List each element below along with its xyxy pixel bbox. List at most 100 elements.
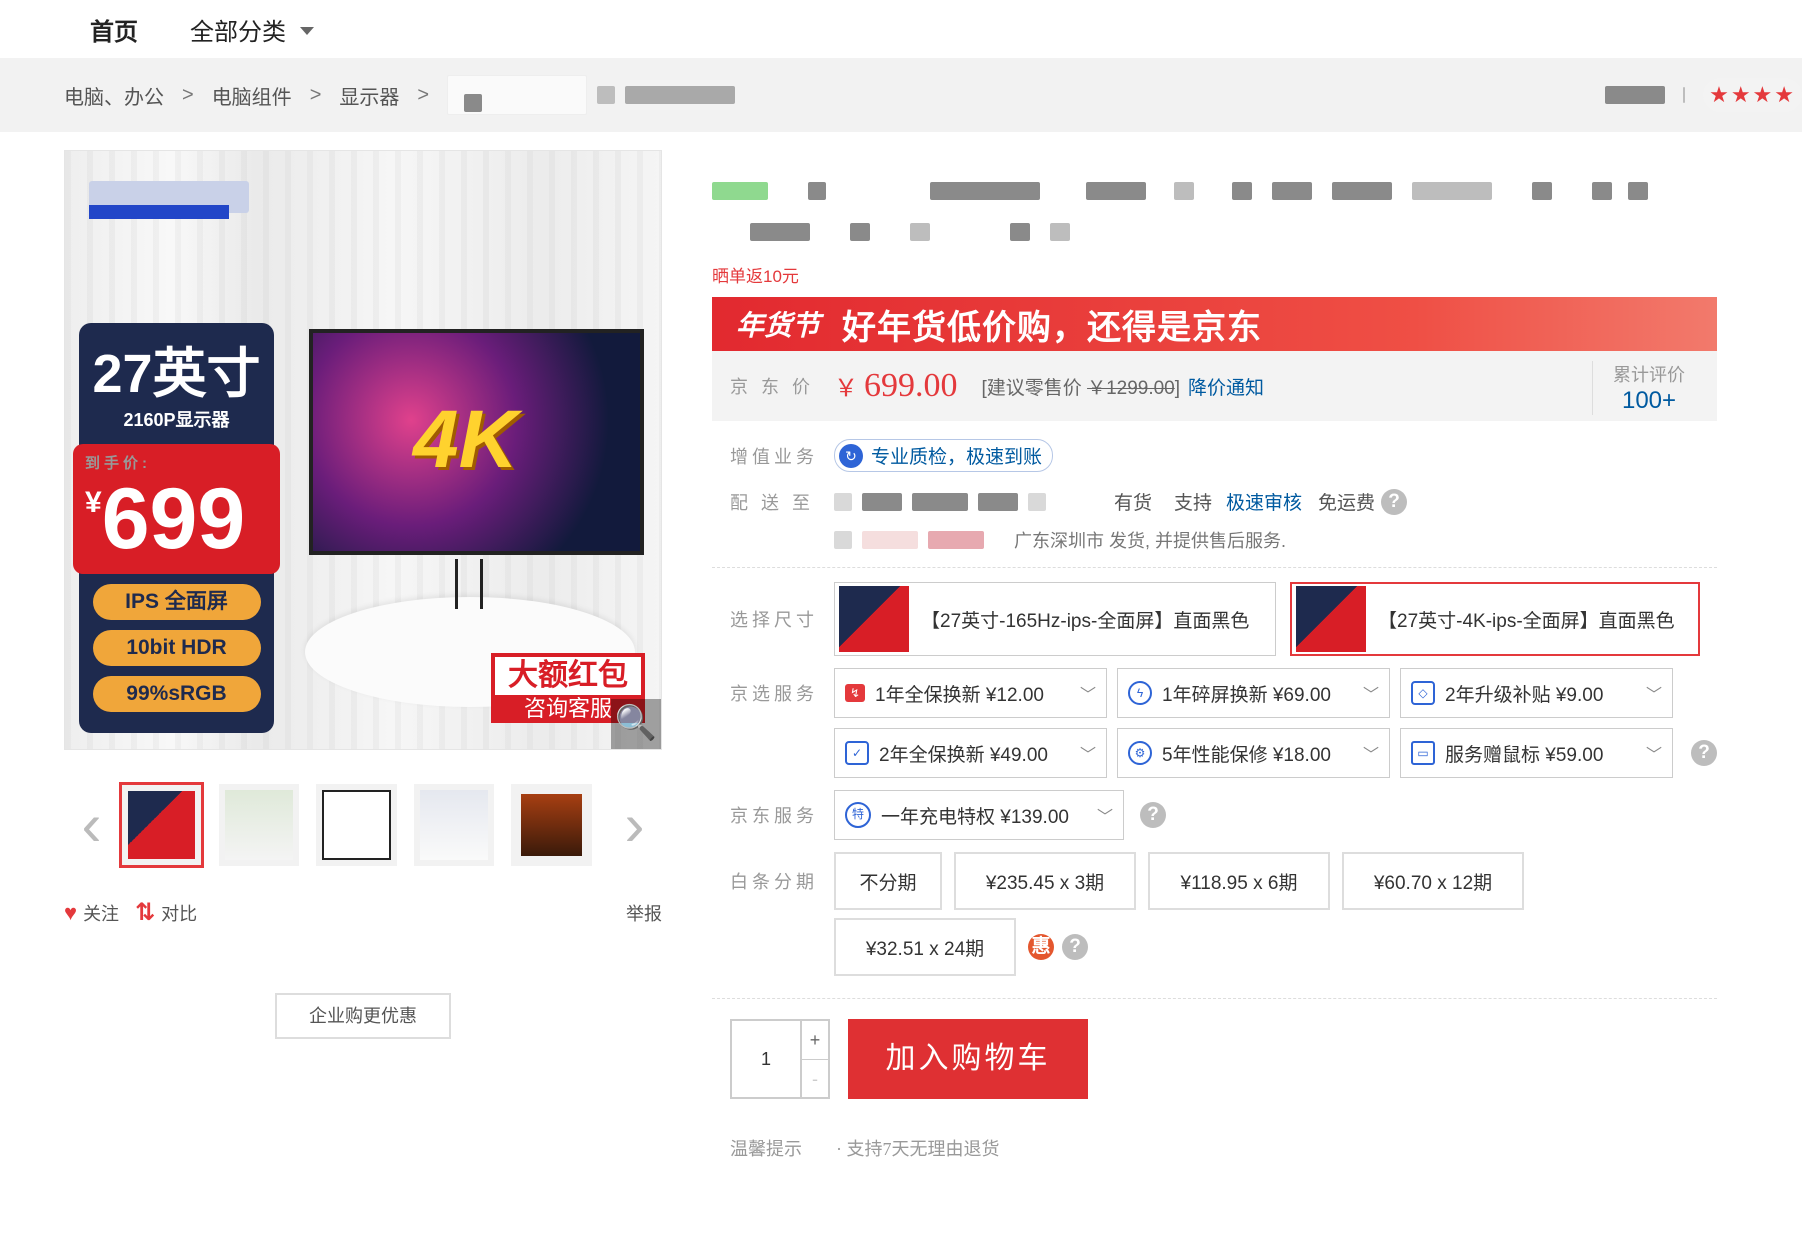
size-option-label: 【27英寸-165Hz-ips-全面屏】直面黑色 [921, 610, 1250, 632]
msrp-prefix: [建议零售价 [981, 377, 1088, 399]
prev-arrow-icon[interactable]: ‹ [64, 795, 119, 855]
heart-icon: ♥ [64, 899, 78, 925]
free-shipping: 免运费 [1318, 493, 1376, 514]
jx-service-label: 1年碎屏换新 ¥69.00 [1162, 684, 1331, 706]
help-icon[interactable]: ? [1381, 488, 1408, 515]
promo-card: 27英寸 2160P显示器 到手价: ¥699 IPS 全面屏 10bit HD… [73, 323, 280, 733]
thumbnail-image [322, 790, 391, 860]
jx-service-option[interactable]: ✓ 2年全保换新 ¥49.00 ﹀ [834, 728, 1107, 778]
thumbnail[interactable] [509, 782, 594, 868]
main-product-image[interactable]: 27英寸 2160P显示器 到手价: ¥699 IPS 全面屏 10bit HD… [64, 150, 662, 750]
jx-service-label: 5年性能保修 ¥18.00 [1162, 744, 1331, 766]
support-label: 支持 [1174, 493, 1213, 514]
tips-text: · 支持7天无理由退货 [836, 1139, 1000, 1159]
installment-option[interactable]: ¥235.45 x 3期 [954, 852, 1136, 910]
quantity-input[interactable]: 1 [730, 1019, 802, 1099]
quantity-plus-button[interactable]: + [802, 1021, 828, 1059]
monitor-illustration: 4K [309, 329, 644, 555]
business-purchase-button[interactable]: 企业购更优惠 [275, 993, 451, 1039]
shield-badge-icon: ↯ [845, 684, 865, 702]
installment-row: 白条分期 不分期 ¥235.45 x 3期 ¥118.95 x 6期 ¥60.7… [712, 852, 1717, 976]
promo-currency: ¥ [85, 486, 102, 519]
banner-tag: 年货节 [736, 310, 821, 341]
thumbnail-strip: ‹ › [64, 782, 662, 868]
installment-option[interactable]: ¥118.95 x 6期 [1148, 852, 1330, 910]
thumbnail[interactable] [216, 782, 302, 868]
quantity-minus-button[interactable]: - [802, 1059, 828, 1098]
chevron-down-icon: ﹀ [1645, 687, 1662, 704]
shop-name-redacted[interactable] [1605, 86, 1666, 104]
size-option-label: 【27英寸-4K-ips-全面屏】直面黑色 [1378, 610, 1675, 632]
breadcrumb-separator: > [182, 83, 194, 106]
vas-row: 增值业务 ↻ 专业质检，极速到账 [712, 439, 1717, 472]
red-packet-title: 大额红包 [508, 659, 628, 692]
ship-from-text: 广东深圳市 发货, 并提供售后服务. [1014, 531, 1287, 551]
jx-service-row: 京选服务 ↯ 1年全保换新 ¥12.00 ﹀ ϟ 1年碎屏换新 ¥69.00 ﹀ ◇ 2年… [712, 668, 1717, 778]
chevron-down-icon: ﹀ [1362, 747, 1379, 764]
zoom-icon[interactable]: 🔍 [611, 699, 661, 749]
promo-feature: 10bit HDR [92, 630, 261, 666]
jx-service-option[interactable]: ↯ 1年全保换新 ¥12.00 ﹀ [834, 668, 1107, 718]
help-icon[interactable]: ? [1062, 934, 1088, 960]
delivery-info: 有货 支持 极速审核 免运费 ? [1114, 488, 1408, 515]
thumbnail[interactable] [411, 782, 497, 868]
nav-all-categories[interactable]: 全部分类 [190, 12, 314, 47]
installment-option[interactable]: ¥60.70 x 12期 [1342, 852, 1524, 910]
jx-service-label: 2年升级补贴 ¥9.00 [1445, 684, 1604, 706]
help-icon[interactable]: ? [1691, 740, 1717, 766]
chevron-down-icon [300, 27, 314, 35]
price-currency: ￥ [834, 376, 858, 402]
thumbnail[interactable] [119, 782, 204, 868]
thumbnail-image [224, 790, 294, 860]
delivery-address-redacted[interactable] [834, 492, 1114, 511]
monitor-4k-text: 4K [413, 394, 518, 485]
jx-service-option[interactable]: ◇ 2年升级补贴 ¥9.00 ﹀ [1400, 668, 1673, 718]
jd-service-option[interactable]: 特一年充电特权 ¥139.00 ﹀ [834, 790, 1124, 840]
compare-link[interactable]: 对比 [161, 900, 197, 926]
breadcrumb-item[interactable]: 电脑、办公 [64, 81, 164, 110]
installment-option[interactable]: 不分期 [834, 852, 942, 910]
jx-service-grid: ↯ 1年全保换新 ¥12.00 ﹀ ϟ 1年碎屏换新 ¥69.00 ﹀ ◇ 2年升级补贴 … [834, 668, 1673, 778]
stock-status: 有货 [1114, 493, 1153, 514]
size-option[interactable]: 【27英寸-165Hz-ips-全面屏】直面黑色 [834, 582, 1276, 656]
installment-option[interactable]: ¥32.51 x 24期 [834, 918, 1016, 976]
tips-row: 温馨提示 · 支持7天无理由退货 [712, 1135, 1717, 1161]
diamond-icon: ◇ [1411, 681, 1435, 705]
product-gallery: 27英寸 2160P显示器 到手价: ¥699 IPS 全面屏 10bit HD… [64, 150, 662, 1039]
breadcrumb: 电脑、办公 > 电脑组件 > 显示器 > ★★★★ [0, 58, 1802, 132]
breadcrumb-item[interactable]: 电脑组件 [212, 81, 292, 110]
follow-link[interactable]: 关注 [83, 900, 119, 926]
jx-service-option[interactable]: ⚙ 5年性能保修 ¥18.00 ﹀ [1117, 728, 1390, 778]
discount-badge-icon[interactable]: 惠 [1028, 934, 1054, 960]
report-link[interactable]: 举报 [626, 900, 662, 926]
monitor-icon: ▭ [1411, 741, 1435, 765]
price-value: 699.00 [864, 367, 958, 404]
divider [712, 567, 1717, 568]
add-to-cart-button[interactable]: 加入购物车 [848, 1019, 1088, 1099]
size-option-selected[interactable]: 【27英寸-4K-ips-全面屏】直面黑色 [1290, 582, 1700, 656]
promo-price-value: 699 [101, 471, 246, 567]
help-icon[interactable]: ? [1140, 802, 1166, 828]
review-label: 累计评价 [1613, 365, 1685, 385]
jx-service-option[interactable]: ϟ 1年碎屏换新 ¥69.00 ﹀ [1117, 668, 1390, 718]
thumbnail[interactable] [314, 782, 399, 868]
next-arrow-icon[interactable]: › [607, 795, 662, 855]
installment-label: 白条分期 [730, 872, 818, 892]
price-box: 京 东 价 ￥ 699.00 [建议零售价 ￥1299.00] 降价通知 累计评价… [712, 351, 1717, 421]
price-notify-link[interactable]: 降价通知 [1188, 373, 1264, 400]
chevron-down-icon: ﹀ [1645, 747, 1662, 764]
breadcrumb-item[interactable]: 显示器 [339, 81, 399, 110]
jx-service-label: 服务赠鼠标 ¥59.00 [1445, 744, 1604, 766]
fast-review-link[interactable]: 极速审核 [1226, 488, 1302, 515]
festival-banner[interactable]: 年货节 好年货低价购，还得是京东 [712, 297, 1717, 351]
jx-service-option[interactable]: ▭ 服务赠鼠标 ¥59.00 ﹀ [1400, 728, 1673, 778]
brand-logo-redacted [89, 181, 249, 219]
jx-service-label: 1年全保换新 ¥12.00 [875, 684, 1044, 706]
thumbnail-image [521, 794, 582, 856]
refresh-icon: ↻ [839, 443, 863, 468]
review-summary[interactable]: 累计评价 100+ [1592, 361, 1685, 415]
vas-badge[interactable]: ↻ 专业质检，极速到账 [834, 439, 1054, 472]
nav-home-link[interactable]: 首页 [90, 12, 138, 47]
special-icon: 特 [845, 802, 871, 828]
promo-price-label: 到手价: [85, 455, 151, 472]
